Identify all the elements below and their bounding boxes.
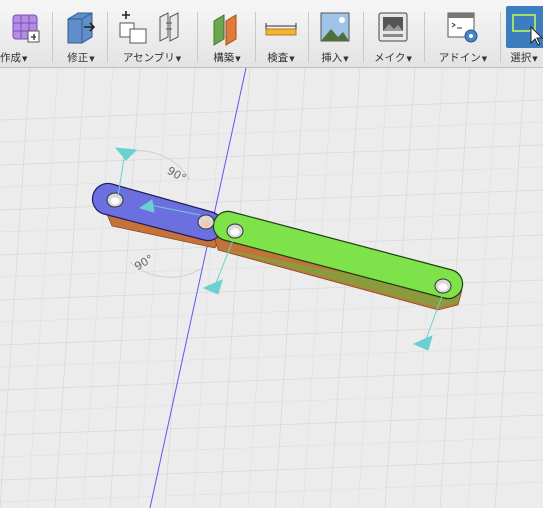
construct-menu[interactable]: 構築▼ — [202, 0, 252, 68]
toolbar-separator — [197, 12, 198, 62]
insert-label: 挿入 — [321, 52, 343, 64]
plane-icon — [213, 14, 237, 46]
joint-icons — [119, 11, 179, 44]
printer-icon — [378, 12, 408, 42]
toolbar-separator — [107, 12, 108, 62]
create-label: 作成 — [0, 52, 21, 64]
toolbar-separator — [255, 12, 256, 62]
push-pull-icon — [67, 12, 96, 44]
modify-menu[interactable]: 修正▼ — [58, 0, 104, 68]
ruler-icon — [265, 23, 297, 36]
select-window-icon — [512, 14, 543, 46]
addins-label: アドイン — [438, 52, 481, 64]
grid-cube-icon — [12, 14, 40, 43]
create-menu[interactable]: 作成▼ — [0, 0, 42, 68]
3d-viewport[interactable]: 90° 90° — [0, 68, 543, 508]
toolbar-separator — [424, 12, 425, 62]
addins-menu[interactable]: アドイン▼ — [432, 0, 494, 68]
toolbar-separator — [52, 12, 53, 62]
toolbar: 作成▼ 修正▼ アセンブリ▼ 構築▼ 検査▼ 挿入▼ メイク▼ アドイン▼ 選択… — [0, 0, 543, 68]
select-label: 選択 — [510, 52, 532, 64]
assemble-menu[interactable]: アセンブリ▼ — [112, 0, 192, 68]
make-menu[interactable]: メイク▼ — [368, 0, 418, 68]
insert-menu[interactable]: 挿入▼ — [312, 0, 358, 68]
assemble-label: アセンブリ — [122, 52, 175, 64]
script-gear-icon — [447, 12, 478, 43]
toolbar-separator — [500, 12, 501, 62]
make-label: メイク — [374, 52, 406, 64]
construct-label: 構築 — [213, 52, 235, 64]
toolbar-separator — [363, 12, 364, 62]
select-menu[interactable]: 選択▼ — [506, 0, 543, 68]
modify-label: 修正 — [67, 52, 89, 64]
image-icon — [320, 12, 350, 42]
inspect-label: 検査 — [267, 52, 289, 64]
inspect-menu[interactable]: 検査▼ — [258, 0, 304, 68]
toolbar-separator — [308, 12, 309, 62]
